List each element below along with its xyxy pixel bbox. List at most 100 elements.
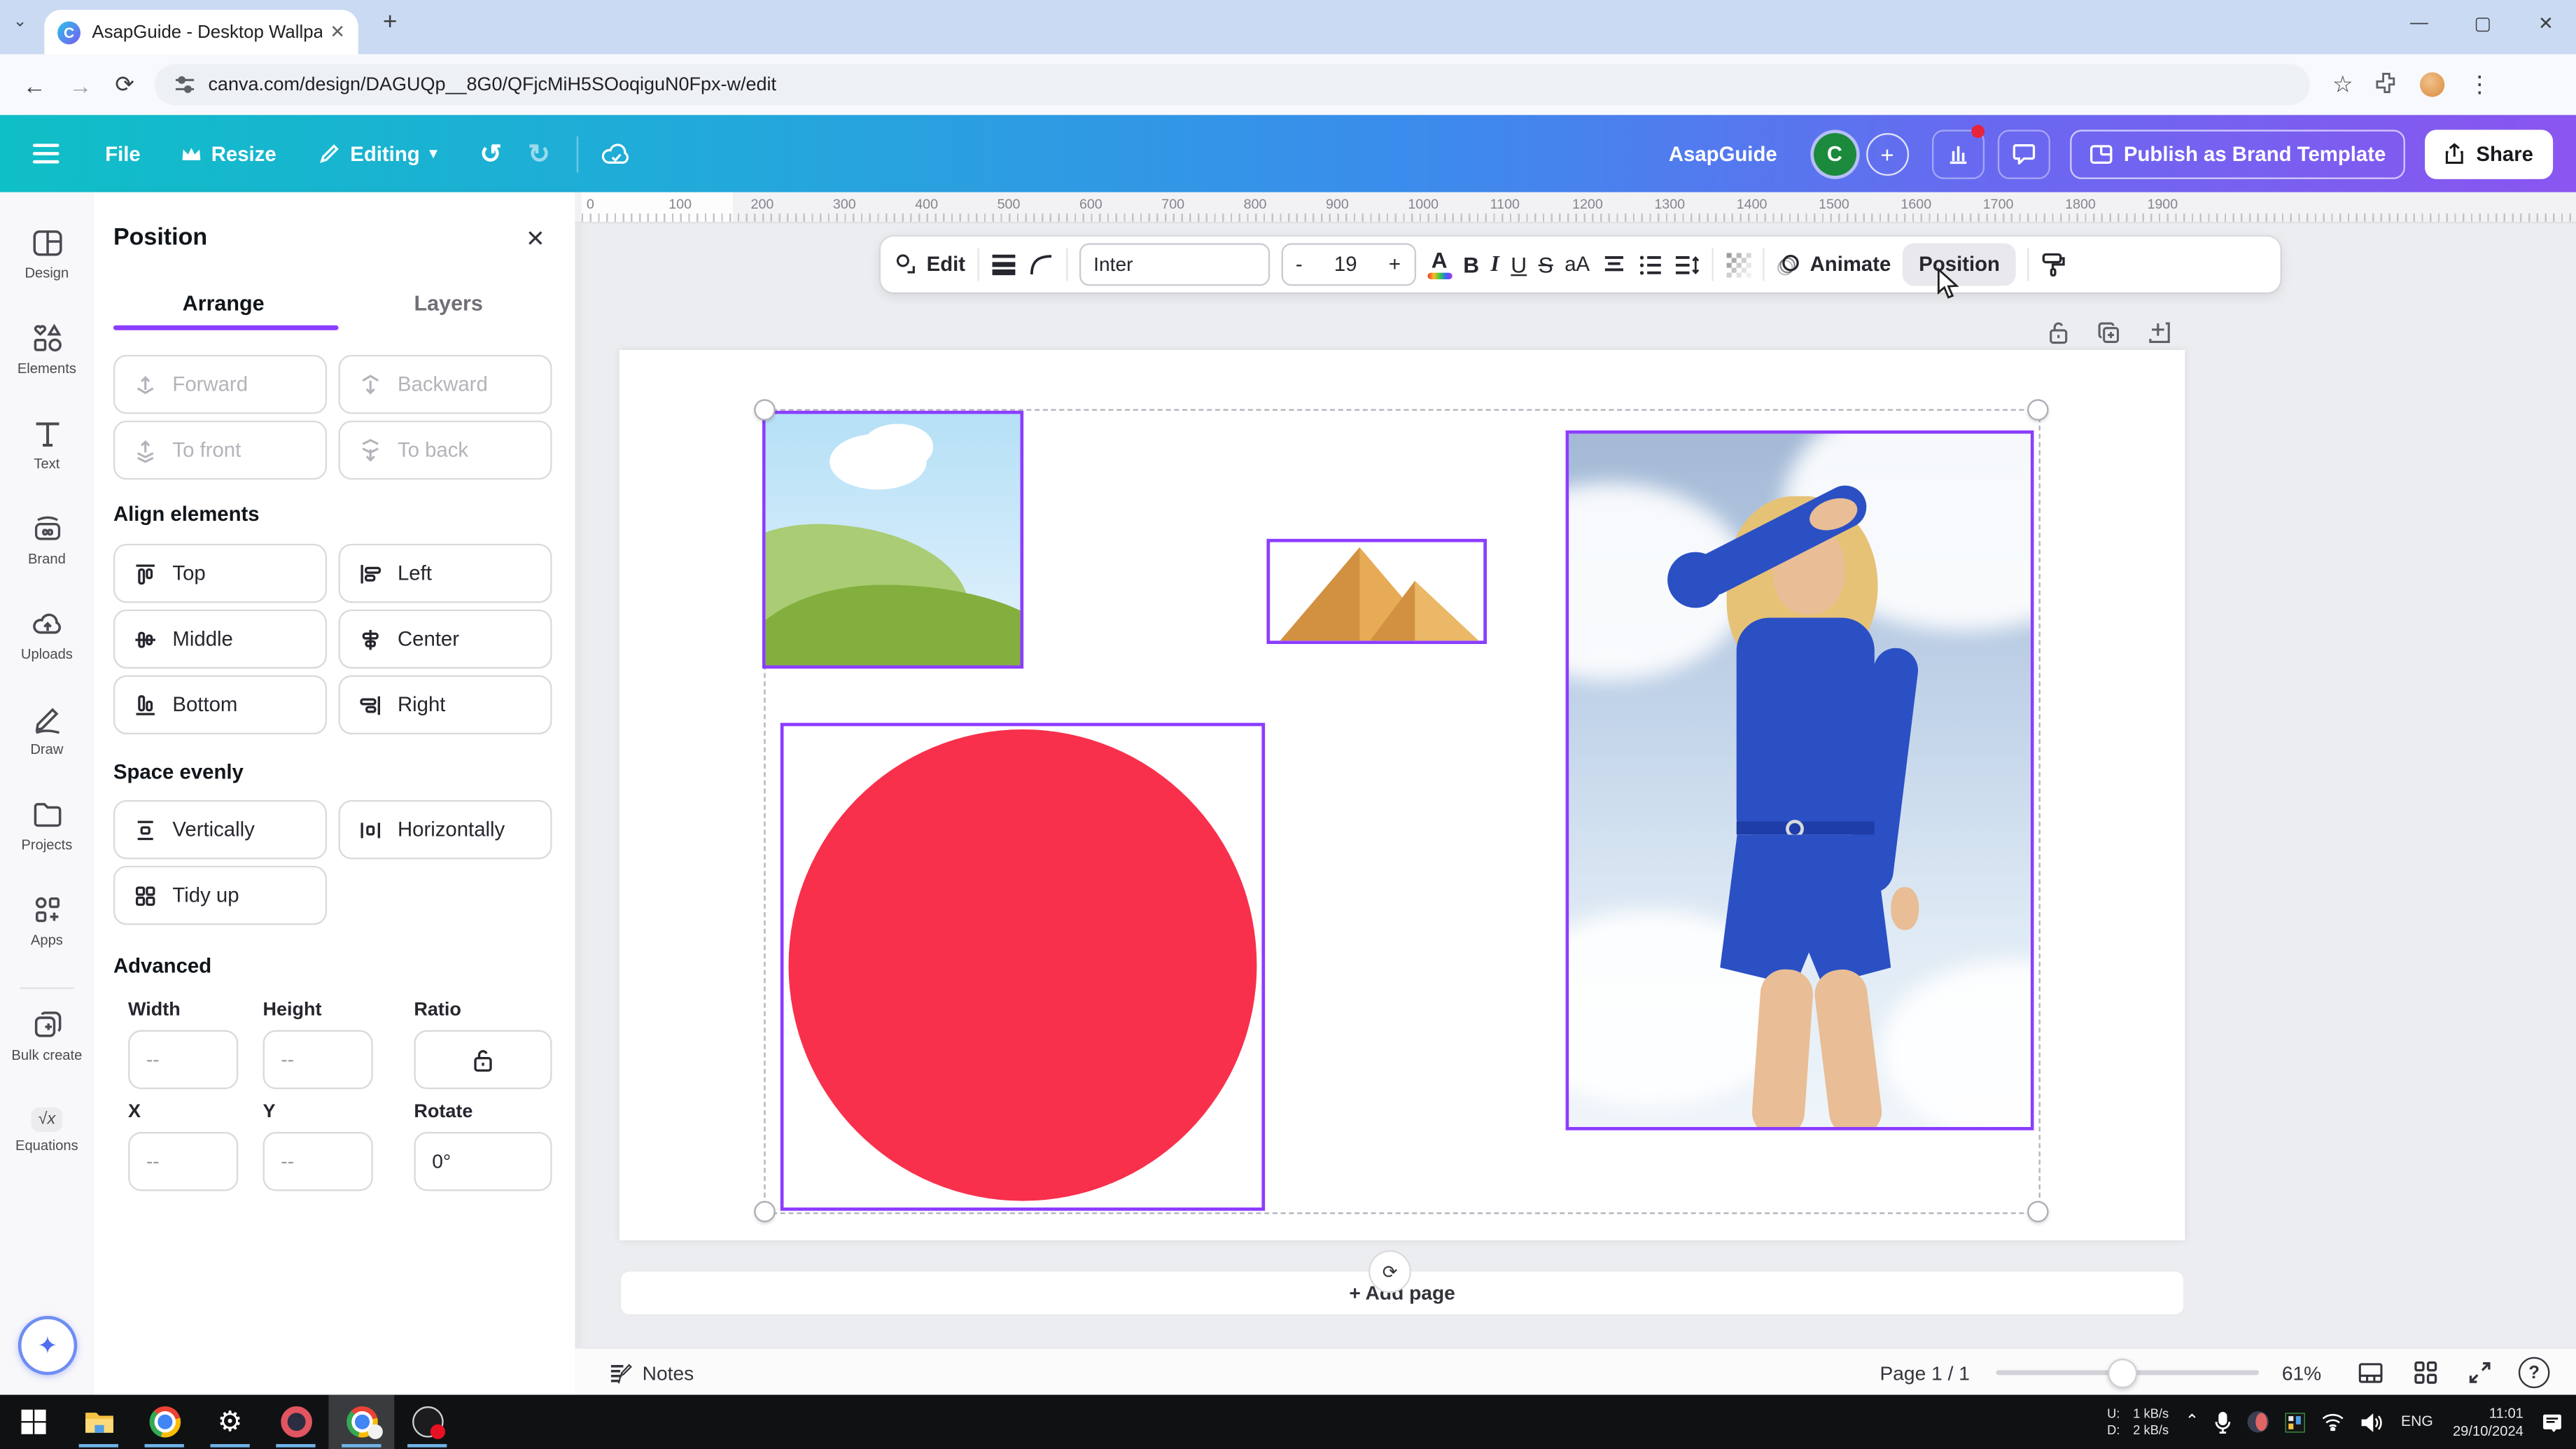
bookmark-star-icon[interactable]: ☆: [2332, 71, 2353, 99]
reload-icon[interactable]: ⟳: [115, 71, 134, 99]
browser-tab[interactable]: C AsapGuide - Desktop Wallpape ✕: [44, 10, 358, 54]
rotate-input[interactable]: 0°: [414, 1132, 552, 1191]
home-menu-icon[interactable]: [33, 143, 59, 164]
taskbar-chrome-1[interactable]: [132, 1395, 197, 1449]
window-maximize-button[interactable]: ▢: [2474, 13, 2491, 35]
editing-mode-menu[interactable]: Editing▾: [319, 142, 438, 165]
list-icon[interactable]: [1637, 254, 1662, 276]
volume-icon[interactable]: [2362, 1412, 2384, 1432]
font-size-increase[interactable]: +: [1389, 253, 1401, 276]
align-right-button[interactable]: Right: [338, 676, 552, 734]
height-input[interactable]: --: [263, 1030, 373, 1089]
help-button[interactable]: ?: [2519, 1357, 2550, 1389]
text-align-icon[interactable]: [1602, 254, 1626, 276]
notification-center-icon[interactable]: [2542, 1412, 2563, 1432]
backward-button[interactable]: Backward: [338, 355, 552, 414]
space-vertically-button[interactable]: Vertically: [113, 800, 327, 859]
text-case-button[interactable]: aA: [1564, 253, 1590, 276]
line-weight-icon[interactable]: [990, 253, 1016, 276]
ratio-lock-button[interactable]: [414, 1030, 552, 1089]
window-close-button[interactable]: ✕: [2538, 13, 2554, 35]
magic-assistant-button[interactable]: ✦: [18, 1316, 77, 1375]
position-button[interactable]: Position: [1903, 243, 2017, 286]
font-size-value[interactable]: 19: [1334, 253, 1357, 276]
redo-icon[interactable]: ↻: [528, 137, 550, 170]
microphone-icon[interactable]: [2216, 1410, 2232, 1434]
clock[interactable]: 11:0129/10/2024: [2453, 1404, 2524, 1439]
selection-handle-bottom-left[interactable]: [754, 1201, 776, 1223]
underline-button[interactable]: U: [1511, 252, 1527, 276]
window-minimize-button[interactable]: —: [2410, 13, 2428, 33]
selection-handle-top-right[interactable]: [2027, 399, 2049, 421]
extensions-icon[interactable]: [2376, 71, 2398, 98]
new-tab-button[interactable]: +: [383, 8, 398, 36]
to-back-button[interactable]: To back: [338, 421, 552, 479]
notes-button[interactable]: Notes: [610, 1361, 694, 1384]
start-button[interactable]: [0, 1395, 66, 1449]
selection-handle-bottom-right[interactable]: [2027, 1201, 2049, 1223]
resize-menu[interactable]: Resize: [180, 142, 276, 165]
zoom-slider[interactable]: [1996, 1370, 2259, 1375]
selection-handle-top-left[interactable]: [754, 399, 776, 421]
y-input[interactable]: --: [263, 1132, 373, 1191]
font-family-select[interactable]: Inter: [1079, 243, 1269, 286]
taskbar-settings[interactable]: ⚙: [197, 1395, 263, 1449]
canvas-pyramid-graphic[interactable]: [1266, 539, 1486, 644]
grid-view-icon[interactable]: [2358, 1361, 2384, 1384]
url-bar[interactable]: canva.com/design/DAGUQp__8G0/QFjcMiH5SOo…: [154, 64, 2309, 106]
font-size-decrease[interactable]: -: [1296, 253, 1303, 276]
site-settings-icon[interactable]: [174, 74, 195, 96]
sidebar-item-bulk-create[interactable]: Bulk create: [0, 1009, 94, 1063]
sidebar-item-uploads[interactable]: Uploads: [0, 608, 94, 662]
tray-expand-icon[interactable]: ⌃: [2185, 1413, 2199, 1431]
italic-button[interactable]: I: [1491, 251, 1499, 278]
language-indicator[interactable]: ENG: [2401, 1413, 2433, 1431]
zoom-slider-thumb[interactable]: [2108, 1359, 2137, 1388]
taskbar-file-explorer[interactable]: [66, 1395, 132, 1449]
tidy-up-button[interactable]: Tidy up: [113, 866, 327, 925]
forward-button[interactable]: Forward: [113, 355, 327, 414]
taskbar-obs[interactable]: [394, 1395, 460, 1449]
add-page-icon[interactable]: [2147, 321, 2171, 345]
font-size-stepper[interactable]: - 19 +: [1281, 243, 1415, 286]
back-icon[interactable]: ←: [23, 71, 46, 98]
file-menu[interactable]: File: [105, 142, 141, 165]
sidebar-item-design[interactable]: Design: [0, 227, 94, 281]
line-spacing-icon[interactable]: [1674, 254, 1700, 276]
canvas-photo-woman[interactable]: [1566, 430, 2034, 1130]
text-color-button[interactable]: A: [1427, 250, 1452, 279]
transparency-icon[interactable]: [1725, 251, 1751, 278]
profile-avatar[interactable]: [2421, 72, 2445, 97]
align-left-button[interactable]: Left: [338, 544, 552, 603]
align-top-button[interactable]: Top: [113, 544, 327, 603]
tab-layers[interactable]: Layers: [338, 290, 558, 315]
sidebar-item-elements[interactable]: Elements: [0, 322, 94, 376]
share-button[interactable]: Share: [2426, 129, 2553, 178]
tray-app-icon-red[interactable]: [2248, 1411, 2270, 1433]
sidebar-item-text[interactable]: Text: [0, 417, 94, 471]
align-middle-button[interactable]: Middle: [113, 610, 327, 668]
forward-icon[interactable]: →: [69, 71, 92, 98]
taskbar-media-app[interactable]: [263, 1395, 329, 1449]
wifi-icon[interactable]: [2322, 1413, 2345, 1431]
tab-arrange[interactable]: Arrange: [113, 290, 333, 315]
strikethrough-button[interactable]: S: [1539, 252, 1553, 276]
sidebar-item-brand[interactable]: co Brand: [0, 512, 94, 566]
curve-icon[interactable]: [1028, 253, 1054, 276]
sidebar-item-apps[interactable]: Apps: [0, 894, 94, 948]
comments-button[interactable]: [1997, 129, 2050, 178]
paint-roller-icon[interactable]: [2041, 251, 2068, 278]
tab-close-icon[interactable]: ✕: [330, 22, 345, 43]
fullscreen-icon[interactable]: [2468, 1360, 2492, 1385]
account-avatar[interactable]: C: [1813, 132, 1856, 175]
align-bottom-button[interactable]: Bottom: [113, 676, 327, 734]
canvas-circle-shape[interactable]: [780, 723, 1265, 1211]
sidebar-item-draw[interactable]: Draw: [0, 703, 94, 757]
canvas-landscape-image[interactable]: [762, 411, 1023, 668]
duplicate-page-icon[interactable]: [2096, 321, 2121, 345]
undo-icon[interactable]: ↺: [479, 137, 501, 170]
panel-close-icon[interactable]: ✕: [526, 225, 545, 253]
align-center-button[interactable]: Center: [338, 610, 552, 668]
tray-app-icon[interactable]: [2286, 1412, 2306, 1432]
animate-button[interactable]: Animate: [1775, 252, 1891, 276]
